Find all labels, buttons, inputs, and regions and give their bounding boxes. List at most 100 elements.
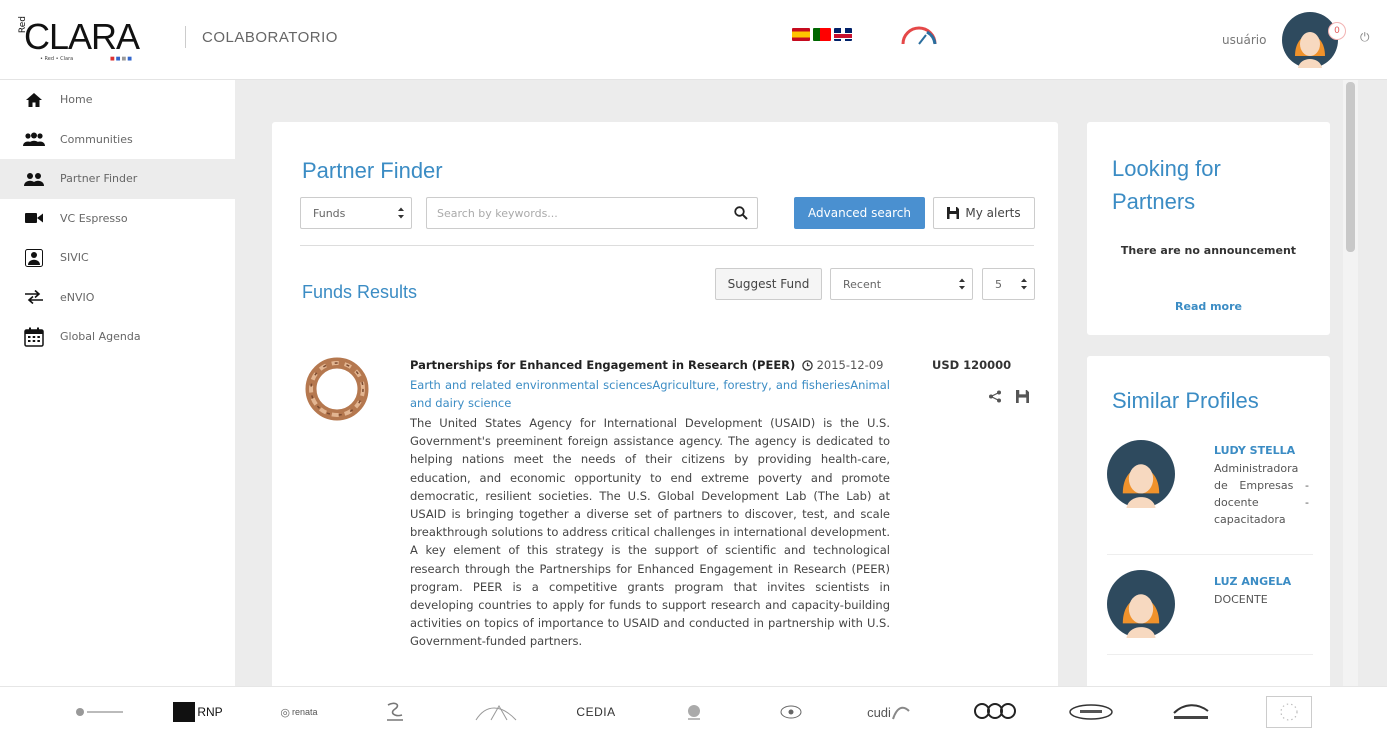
sidebar-item-vc-espresso[interactable]: VC Espresso — [0, 199, 235, 239]
red-clara-logo[interactable]: Red CLARA • Red • Clara ■■■■ — [18, 14, 158, 66]
looking-title-line1: Looking for — [1112, 156, 1221, 181]
clock-icon — [802, 360, 813, 374]
results-title: Funds Results — [302, 282, 418, 302]
partner-logo-renata[interactable]: ◎ renata — [270, 701, 328, 723]
share-icon[interactable] — [988, 390, 1002, 403]
my-alerts-label: My alerts — [965, 206, 1021, 220]
page-size-select[interactable]: 5 — [982, 268, 1035, 300]
partner-name: renata — [292, 707, 318, 717]
no-announcement-text: There are no announcement — [1120, 244, 1297, 257]
sidebar-item-communities[interactable]: Communities — [0, 120, 235, 160]
sidebar-item-home[interactable]: Home — [0, 80, 235, 120]
select-arrows-icon — [959, 278, 965, 290]
search-box — [426, 197, 758, 229]
profile-separator — [1107, 654, 1313, 655]
sidebar-item-partner-finder[interactable]: Partner Finder — [0, 159, 235, 199]
sort-select-value: Recent — [843, 277, 882, 291]
partner-finder-panel: Partner Finder Funds Advanced search My … — [272, 122, 1058, 702]
partner-logo[interactable] — [1065, 701, 1117, 723]
sidebar-item-label: eNVIO — [60, 290, 95, 304]
sidebar-item-label: Home — [60, 93, 93, 107]
partner-logo[interactable] — [966, 701, 1024, 723]
search-input[interactable] — [427, 198, 717, 228]
looking-for-partners-title: Looking for Partners — [1112, 152, 1221, 218]
sivic-icon — [22, 248, 46, 267]
suggest-fund-label: Suggest Fund — [727, 277, 810, 291]
spain-flag-icon[interactable] — [792, 28, 810, 41]
read-more-link[interactable]: Read more — [1087, 300, 1330, 313]
profile-role: Administradora de Empresas - docente - c… — [1214, 462, 1309, 526]
fund-title[interactable]: Partnerships for Enhanced Engagement in … — [410, 358, 795, 372]
power-icon[interactable]: ⏻ — [1360, 30, 1370, 45]
fund-actions — [988, 390, 1029, 403]
home-icon — [22, 91, 46, 109]
save-icon[interactable] — [1016, 390, 1029, 403]
partner-logo[interactable] — [680, 701, 708, 723]
divider — [300, 245, 1034, 246]
sidebar-item-global-agenda[interactable]: Global Agenda — [0, 317, 235, 357]
logo-text: CLARA — [24, 16, 140, 57]
username[interactable]: usuário — [1222, 33, 1266, 47]
fund-logo — [305, 357, 369, 421]
sidebar-item-label: Partner Finder — [60, 172, 138, 186]
sidebar-item-sivic[interactable]: SIVIC — [0, 238, 235, 278]
partner-logo[interactable] — [382, 701, 408, 723]
page-title: Partner Finder — [302, 158, 443, 183]
fund-categories[interactable]: Earth and related environmental sciences… — [410, 376, 890, 412]
partner-logo[interactable] — [1165, 701, 1217, 723]
partner-logo-cedia[interactable]: CEDIA — [568, 701, 624, 723]
portugal-flag-icon[interactable] — [813, 28, 831, 41]
profile-separator — [1107, 554, 1313, 555]
sidebar-item-label: Global Agenda — [60, 330, 141, 344]
app-name: COLABORATORIO — [202, 29, 338, 46]
my-alerts-button[interactable]: My alerts — [933, 197, 1035, 229]
video-camera-icon — [22, 209, 46, 227]
similar-profiles-title: Similar Profiles — [1112, 388, 1259, 413]
sort-select[interactable]: Recent — [830, 268, 973, 300]
partner-name: CEDIA — [576, 705, 616, 719]
logo-dots: ■■■■ — [110, 56, 133, 62]
calendar-icon — [22, 327, 46, 347]
sidebar-item-label: Communities — [60, 132, 133, 146]
fund-amount: USD 120000 — [932, 358, 1012, 372]
partner-logo-cudi[interactable]: cudi — [860, 701, 918, 723]
sidebar-item-label: SIVIC — [60, 251, 89, 265]
partner-logo-eu[interactable] — [1266, 696, 1312, 728]
profile-name[interactable]: LUDY STELLA — [1214, 444, 1295, 457]
type-select-value: Funds — [313, 206, 346, 220]
partners-footer: RNP ◎ renata CEDIA cudi — [0, 686, 1387, 736]
partner-logo[interactable] — [72, 701, 127, 723]
profile-avatar[interactable] — [1107, 570, 1175, 638]
partner-finder-icon — [22, 170, 46, 188]
partner-logo[interactable] — [776, 701, 806, 723]
sidebar: Home Communities Partner Finder VC Espre… — [0, 80, 235, 686]
partner-logo-rnp[interactable]: RNP — [172, 701, 224, 723]
profile-role: DOCENTE — [1214, 593, 1268, 606]
notification-badge[interactable]: 0 — [1328, 22, 1346, 40]
advanced-search-button[interactable]: Advanced search — [794, 197, 925, 229]
sidebar-item-envio[interactable]: eNVIO — [0, 278, 235, 318]
scrollbar-thumb[interactable] — [1346, 82, 1355, 252]
profile-name[interactable]: LUZ ANGELA — [1214, 575, 1291, 588]
transfer-icon — [22, 288, 46, 306]
uk-flag-icon[interactable] — [834, 28, 852, 41]
partner-logo[interactable] — [470, 701, 522, 723]
page-size-value: 5 — [995, 277, 1002, 291]
suggest-fund-button[interactable]: Suggest Fund — [715, 268, 822, 300]
header-separator — [185, 26, 186, 48]
sidebar-item-label: VC Espresso — [60, 211, 128, 225]
top-bar: Red CLARA • Red • Clara ■■■■ COLABORATOR… — [0, 0, 1387, 80]
communities-icon — [22, 130, 46, 148]
similar-profiles-card: Similar Profiles LUDY STELLA Administrad… — [1087, 356, 1330, 696]
logo-subtitle: • Red • Clara — [40, 56, 74, 62]
user-avatar[interactable] — [1282, 12, 1338, 68]
search-icon[interactable] — [734, 206, 748, 220]
type-select[interactable]: Funds — [300, 197, 412, 229]
profile-avatar[interactable] — [1107, 440, 1175, 508]
select-arrows-icon — [398, 207, 404, 219]
fund-title-line: Partnerships for Enhanced Engagement in … — [410, 358, 890, 374]
speedometer-icon[interactable] — [899, 24, 939, 46]
partner-name: cudi — [867, 704, 891, 720]
fund-description: The United States Agency for Internation… — [410, 416, 890, 649]
save-icon — [947, 207, 960, 219]
